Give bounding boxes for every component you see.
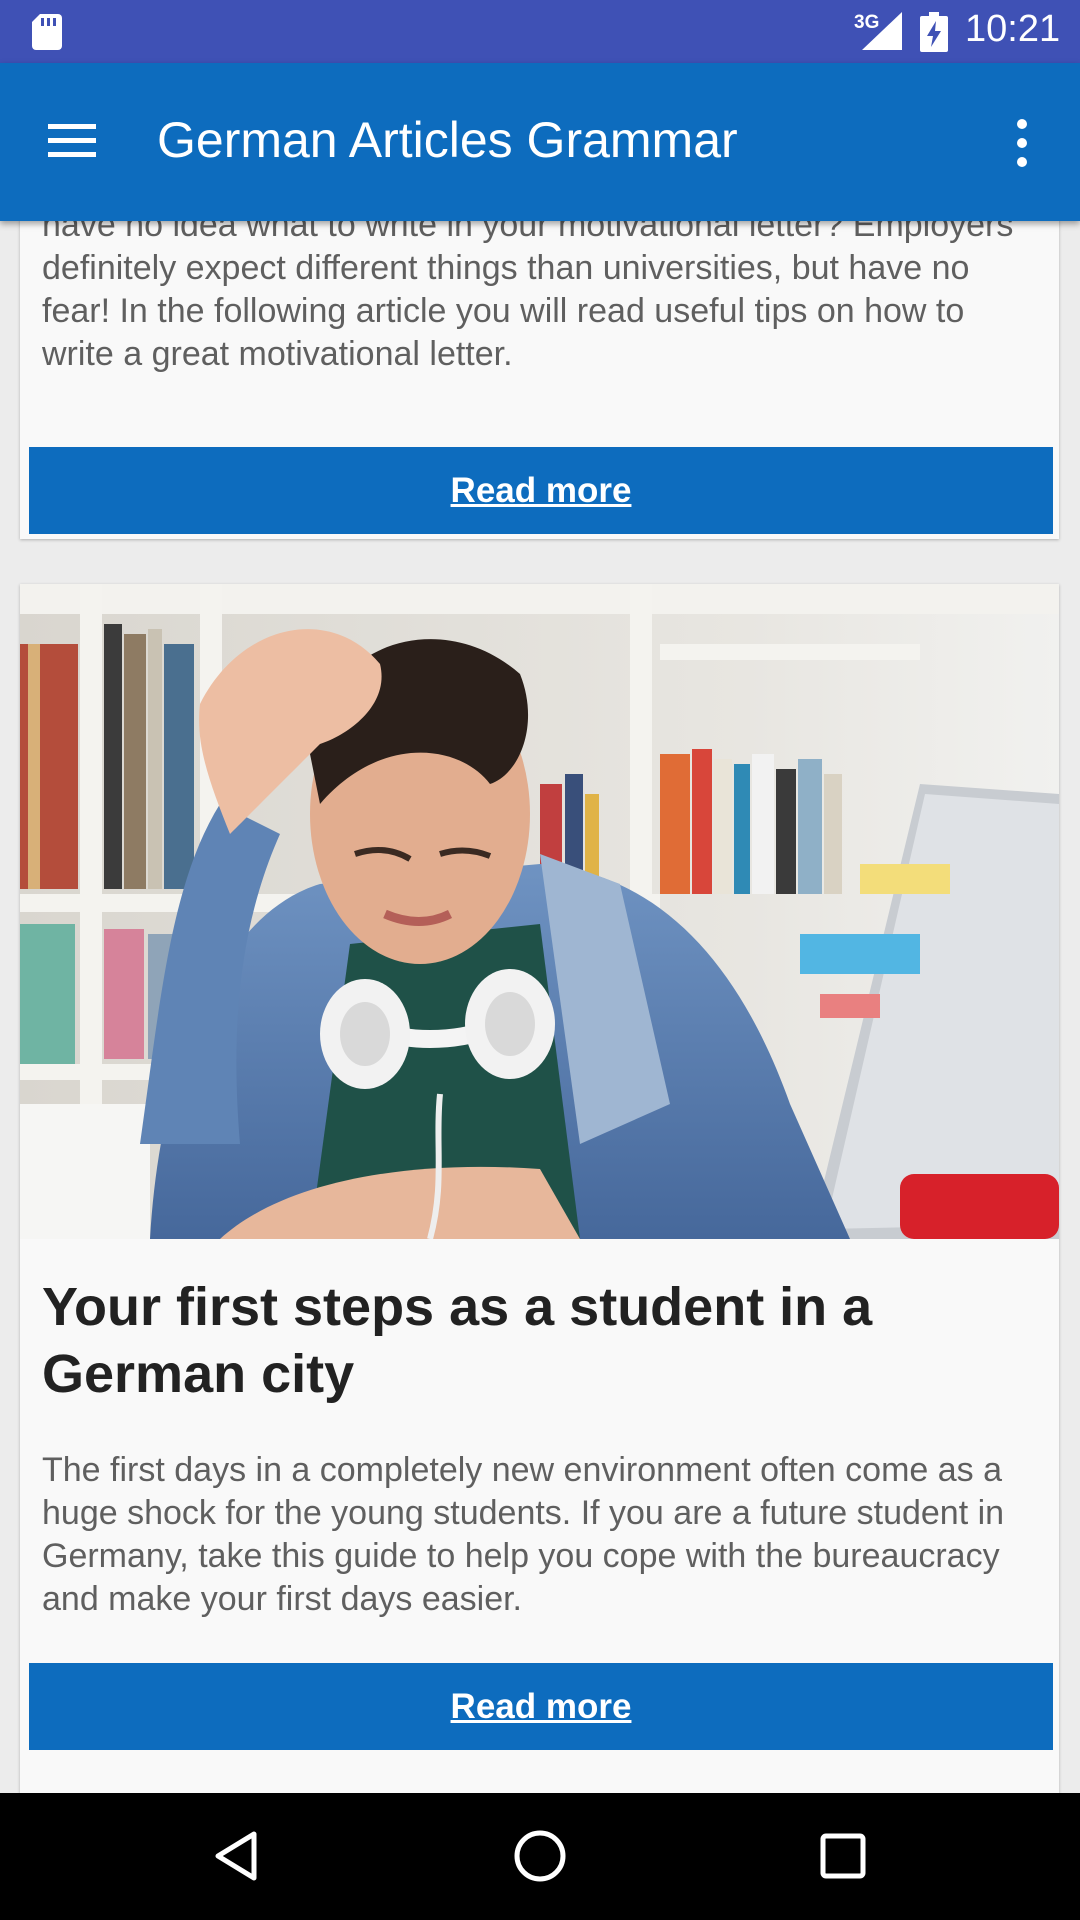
- hamburger-menu-icon[interactable]: [44, 118, 100, 162]
- back-icon[interactable]: [210, 1828, 266, 1884]
- article-card: come that time, when you have to apply f…: [20, 221, 1059, 539]
- article-excerpt: The first days in a completely new envir…: [42, 1451, 1005, 1618]
- article-title[interactable]: Your first steps as a student in a Germa…: [42, 1274, 1042, 1408]
- status-bar: 3G 10:21: [0, 0, 1080, 63]
- article-excerpt: come that time, when you have to apply f…: [42, 221, 1014, 373]
- article-list[interactable]: come that time, when you have to apply f…: [0, 221, 1080, 1793]
- read-more-button[interactable]: Read more: [29, 1663, 1053, 1750]
- more-vert-icon[interactable]: [1010, 115, 1034, 171]
- article-image[interactable]: [20, 584, 1059, 1239]
- recents-icon[interactable]: [815, 1828, 871, 1884]
- app-bar: German Articles Grammar: [0, 63, 1080, 221]
- navigation-bar: [0, 1793, 1080, 1920]
- app-title: German Articles Grammar: [157, 112, 738, 168]
- read-more-button[interactable]: Read more: [29, 447, 1053, 534]
- home-icon[interactable]: [512, 1828, 568, 1884]
- status-clock: 10:21: [965, 8, 1061, 50]
- signal-icon: [862, 12, 902, 50]
- sd-card-icon: [32, 14, 62, 50]
- article-card: Your first steps as a student in a Germa…: [20, 584, 1059, 1793]
- battery-charging-icon: [920, 12, 948, 52]
